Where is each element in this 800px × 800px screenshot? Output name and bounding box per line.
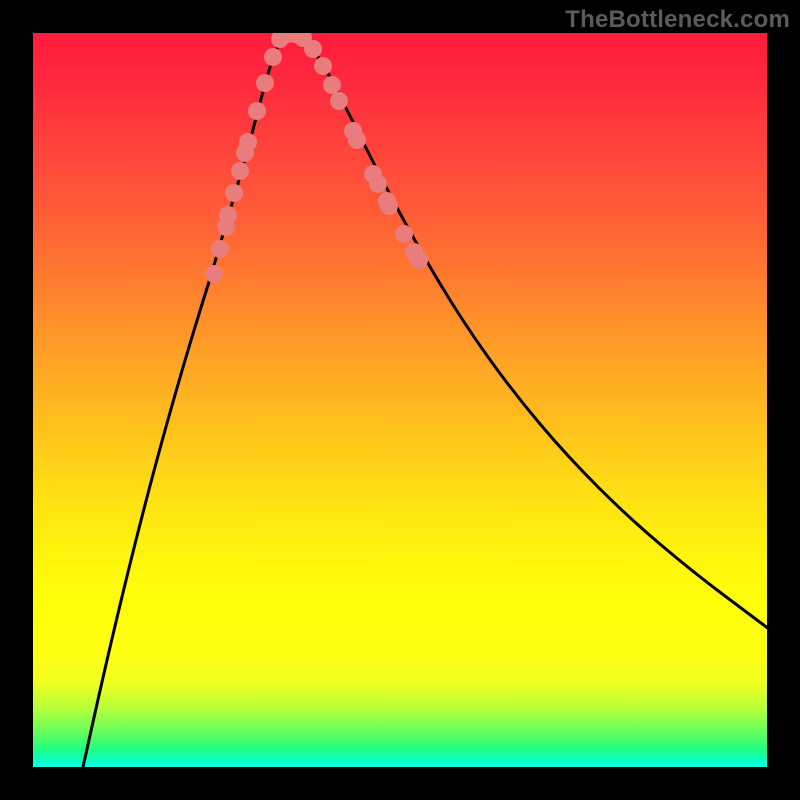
marker-dot bbox=[304, 40, 322, 58]
bottleneck-curve bbox=[83, 35, 767, 767]
marker-dot bbox=[219, 206, 237, 224]
curve-group bbox=[83, 35, 767, 767]
marker-dot bbox=[248, 102, 266, 120]
marker-dot bbox=[205, 265, 223, 283]
marker-dot bbox=[231, 162, 249, 180]
marker-dot bbox=[225, 184, 243, 202]
marker-group bbox=[205, 33, 428, 283]
chart-frame: TheBottleneck.com bbox=[0, 0, 800, 800]
marker-dot bbox=[239, 133, 257, 151]
watermark-text: TheBottleneck.com bbox=[565, 6, 790, 34]
marker-dot bbox=[330, 92, 348, 110]
marker-dot bbox=[211, 240, 229, 258]
marker-dot bbox=[395, 225, 413, 243]
marker-dot bbox=[410, 251, 428, 269]
marker-dot bbox=[369, 175, 387, 193]
marker-dot bbox=[323, 76, 341, 94]
plot-area bbox=[33, 33, 767, 767]
marker-dot bbox=[314, 57, 332, 75]
marker-dot bbox=[348, 131, 366, 149]
marker-dot bbox=[256, 74, 274, 92]
chart-svg bbox=[33, 33, 767, 767]
marker-dot bbox=[380, 197, 398, 215]
marker-dot bbox=[264, 48, 282, 66]
